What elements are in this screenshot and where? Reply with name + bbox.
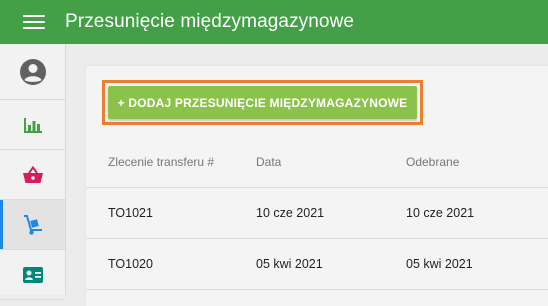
cell-date: 05 kwi 2021 bbox=[256, 257, 323, 271]
table-row[interactable]: TO1021 10 cze 2021 10 cze 2021 bbox=[86, 188, 548, 239]
hand-truck-icon bbox=[23, 214, 42, 235]
hamburger-menu-icon[interactable] bbox=[23, 15, 45, 29]
column-header-date[interactable]: Data bbox=[256, 155, 406, 169]
cell-received: 10 cze 2021 bbox=[406, 206, 475, 220]
sidebar-item-sales[interactable] bbox=[0, 150, 65, 200]
cell-transfer-order: TO1021 bbox=[108, 206, 153, 220]
sidebar-item-contacts[interactable] bbox=[0, 250, 65, 300]
cell-transfer-order: TO1020 bbox=[108, 257, 153, 271]
transfers-table: Zlecenie transferu # Data Odebrane TO102… bbox=[86, 136, 548, 290]
cell-received: 05 kwi 2021 bbox=[406, 257, 473, 271]
add-transfer-button[interactable]: + DODAJ PRZESUNIĘCIE MIĘDZYMAGAZYNOWE bbox=[108, 86, 417, 119]
sidebar bbox=[0, 44, 66, 300]
sidebar-item-profile[interactable] bbox=[0, 44, 65, 100]
column-header-transfer-order[interactable]: Zlecenie transferu # bbox=[86, 155, 256, 169]
sidebar-item-transfers[interactable] bbox=[0, 200, 65, 250]
cell-date: 10 cze 2021 bbox=[256, 206, 325, 220]
column-header-received[interactable]: Odebrane bbox=[406, 155, 548, 169]
sidebar-item-reports[interactable] bbox=[0, 100, 65, 150]
page-title: Przesunięcie międzymagazynowe bbox=[65, 11, 355, 32]
app-header: Przesunięcie międzymagazynowe bbox=[0, 0, 548, 44]
shopping-basket-icon bbox=[22, 165, 43, 183]
contact-card-icon bbox=[22, 266, 43, 283]
table-row[interactable]: TO1020 05 kwi 2021 05 kwi 2021 bbox=[86, 239, 548, 290]
add-button-highlight: + DODAJ PRZESUNIĘCIE MIĘDZYMAGAZYNOWE bbox=[102, 80, 423, 125]
main-content: + DODAJ PRZESUNIĘCIE MIĘDZYMAGAZYNOWE Zl… bbox=[66, 44, 548, 306]
transfers-card: + DODAJ PRZESUNIĘCIE MIĘDZYMAGAZYNOWE Zl… bbox=[86, 66, 548, 306]
table-header-row: Zlecenie transferu # Data Odebrane bbox=[86, 136, 548, 188]
user-avatar-icon bbox=[19, 58, 46, 85]
bar-chart-icon bbox=[23, 117, 42, 133]
